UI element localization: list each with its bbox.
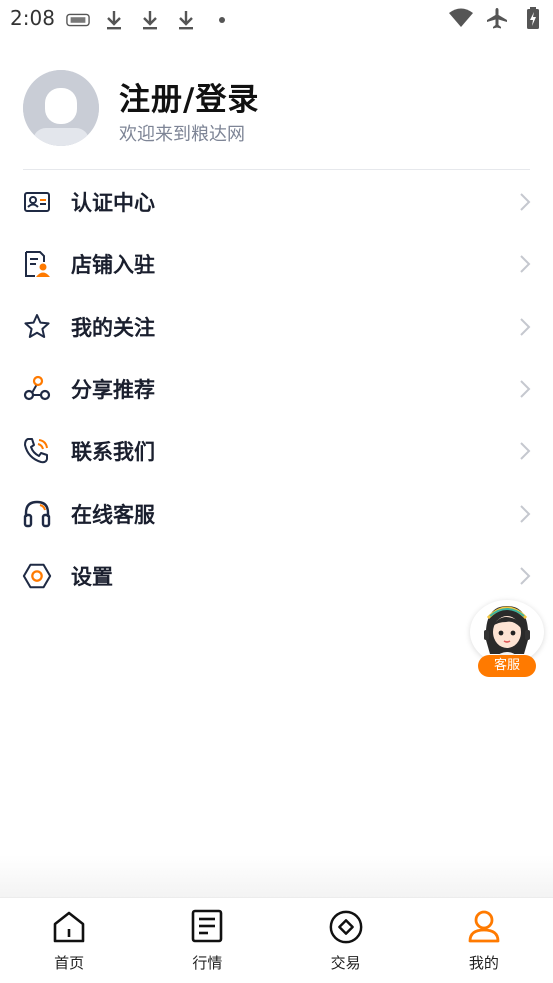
tab-label: 我的 xyxy=(468,954,499,972)
share-icon xyxy=(22,374,52,404)
status-notification-icons xyxy=(66,8,234,32)
download-icon xyxy=(102,8,126,32)
menu-list: 认证中心 店铺入驻 我的关注 分享推荐 联系我们 在线客服 设置 xyxy=(0,171,553,607)
status-time: 2:08 xyxy=(10,6,55,30)
login-register-title[interactable]: 注册/登录 xyxy=(119,74,259,119)
tab-home[interactable]: 首页 xyxy=(0,898,138,983)
download-icon xyxy=(138,8,162,32)
store-document-icon xyxy=(22,249,52,279)
app-notification-icon xyxy=(66,8,90,32)
chevron-right-icon xyxy=(520,318,531,336)
customer-service-badge: 客服 xyxy=(478,655,536,677)
menu-item-online-service[interactable]: 在线客服 xyxy=(0,482,553,544)
chevron-right-icon xyxy=(520,567,531,585)
profile-header[interactable]: 注册/登录 欢迎来到粮达网 xyxy=(23,70,530,170)
status-bar: 2:08 xyxy=(0,0,553,40)
tab-label: 首页 xyxy=(54,954,85,972)
phone-icon xyxy=(22,436,52,466)
default-avatar-icon xyxy=(23,70,99,146)
tab-mine[interactable]: 我的 xyxy=(415,898,553,983)
status-system-icons xyxy=(449,6,545,30)
menu-label: 认证中心 xyxy=(71,191,155,216)
market-document-icon xyxy=(189,908,225,946)
battery-charging-icon xyxy=(521,6,545,30)
avatar[interactable] xyxy=(23,70,99,146)
menu-label: 店铺入驻 xyxy=(71,253,155,278)
divider xyxy=(23,169,530,170)
download-icon xyxy=(174,8,198,32)
bottom-shadow xyxy=(0,855,553,898)
airplane-mode-icon xyxy=(485,6,509,30)
chevron-right-icon xyxy=(520,442,531,461)
headset-icon xyxy=(22,499,52,529)
tab-market[interactable]: 行情 xyxy=(138,898,276,983)
tab-trade[interactable]: 交易 xyxy=(277,898,415,983)
profile-icon xyxy=(466,908,502,946)
menu-label: 我的关注 xyxy=(71,315,155,340)
menu-label: 设置 xyxy=(71,564,113,589)
id-card-icon xyxy=(22,187,52,217)
trade-icon xyxy=(328,908,364,946)
wifi-icon xyxy=(449,6,473,30)
menu-label: 分享推荐 xyxy=(71,378,155,403)
chevron-right-icon xyxy=(520,504,531,523)
menu-item-contact-us[interactable]: 联系我们 xyxy=(0,420,553,482)
floating-customer-service-button[interactable]: 客服 xyxy=(469,598,545,678)
chevron-right-icon xyxy=(520,255,531,274)
star-icon xyxy=(22,312,52,342)
tab-label: 行情 xyxy=(192,954,223,972)
menu-item-share-recommend[interactable]: 分享推荐 xyxy=(0,358,553,420)
welcome-subtitle: 欢迎来到粮达网 xyxy=(119,124,245,145)
dot-icon xyxy=(210,8,234,32)
chevron-right-icon xyxy=(520,380,531,398)
home-icon xyxy=(51,908,87,946)
menu-item-certification-center[interactable]: 认证中心 xyxy=(0,171,553,233)
menu-label: 联系我们 xyxy=(71,440,155,465)
menu-item-store-settle-in[interactable]: 店铺入驻 xyxy=(0,233,553,295)
tab-label: 交易 xyxy=(330,954,361,972)
menu-item-my-follows[interactable]: 我的关注 xyxy=(0,296,553,358)
menu-label: 在线客服 xyxy=(71,502,155,527)
chevron-right-icon xyxy=(520,193,531,211)
settings-icon xyxy=(22,561,52,591)
bottom-tab-bar: 首页 行情 交易 我的 xyxy=(0,897,553,983)
